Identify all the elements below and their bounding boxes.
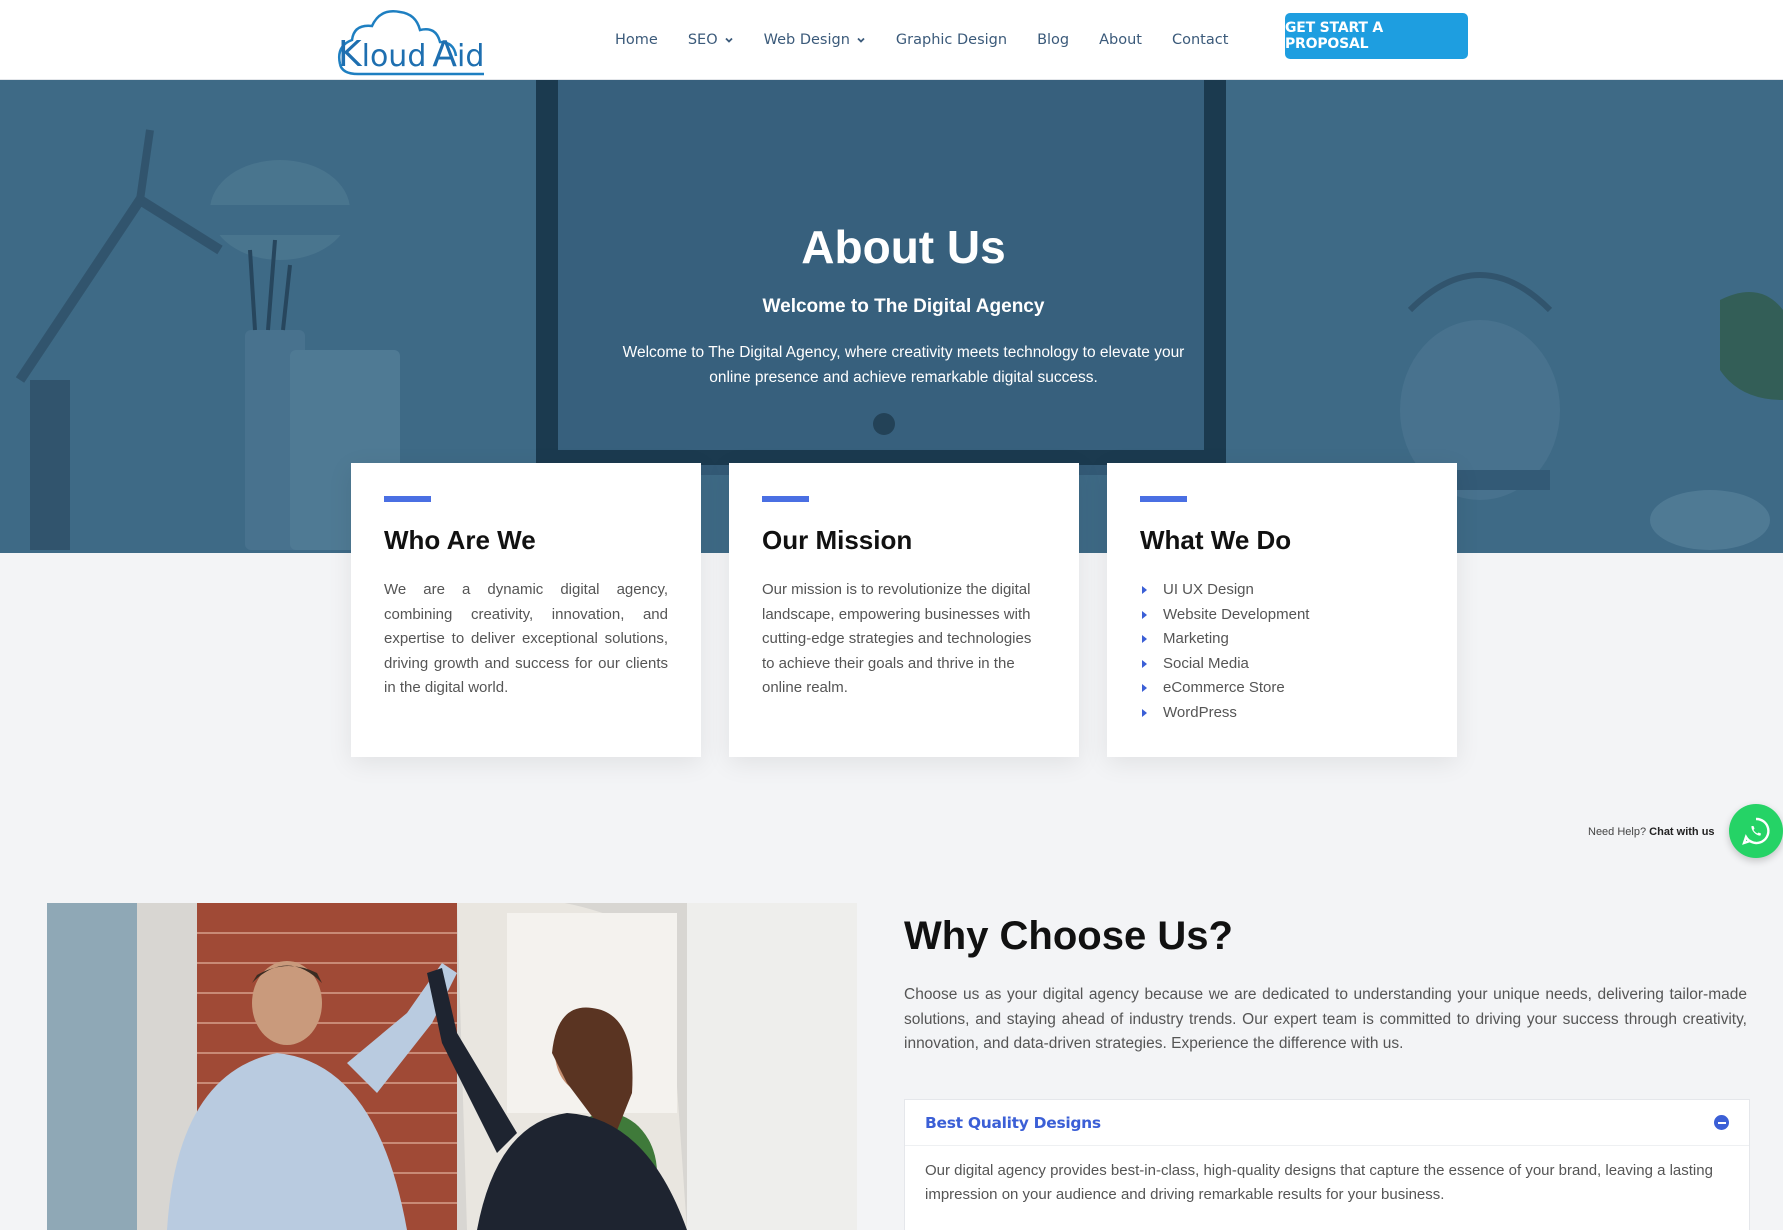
card-accent-bar [384, 496, 431, 502]
page-title: About Us [801, 221, 1006, 273]
minus-circle-icon[interactable] [1714, 1115, 1729, 1130]
hero-subtitle: Welcome to The Digital Agency [762, 296, 1045, 317]
accordion-header[interactable]: Best Quality Designs [905, 1100, 1749, 1146]
chat-prompt[interactable]: Need Help? Chat with us [1582, 822, 1721, 842]
card-title: Who Are We [384, 525, 536, 555]
whatsapp-icon [1742, 817, 1770, 845]
card-what-we-do: What We Do UI UX Design Website Developm… [1107, 463, 1457, 757]
logo-word-id: id [457, 39, 484, 74]
list-item: UI UX Design [1140, 578, 1424, 603]
list-item: eCommerce Store [1140, 676, 1424, 701]
chat-label: Chat with us [1649, 826, 1715, 838]
caret-right-icon [1142, 610, 1147, 619]
nav-label: Web Design [763, 32, 850, 48]
list-item-label: Social Media [1163, 654, 1249, 672]
card-accent-bar [1140, 496, 1187, 502]
card-text: We are a dynamic digital agency, combini… [384, 581, 668, 696]
card-title: Our Mission [762, 525, 913, 555]
card-text: Our mission is to revolutionize the digi… [762, 581, 1032, 696]
site-header: Kloud Aid Home SEO Web Design Graphic Des… [0, 0, 1783, 80]
nav-label: Home [615, 32, 658, 48]
cloud-logo-icon: Kloud Aid [338, 10, 484, 76]
card-title: What We Do [1140, 525, 1292, 555]
nav-item-web-design[interactable]: Web Design [749, 0, 881, 80]
chevron-down-icon [724, 37, 733, 43]
get-proposal-button[interactable]: GET START A PROPOSAL [1285, 13, 1468, 59]
list-item-label: Website Development [1163, 605, 1310, 623]
caret-right-icon [1142, 708, 1147, 717]
nav-label: Blog [1037, 32, 1070, 48]
team-high-five-photo [47, 903, 857, 1230]
hero-description: Welcome to The Digital Agency, where cre… [622, 344, 1185, 386]
accordion-title: Best Quality Designs [925, 1113, 1101, 1132]
card-who-are-we: Who Are We We are a dynamic digital agen… [351, 463, 701, 757]
nav-item-contact[interactable]: Contact [1157, 0, 1243, 80]
nav-item-blog[interactable]: Blog [1022, 0, 1084, 80]
office-photo-image [47, 903, 857, 1230]
whatsapp-chat-button[interactable] [1729, 804, 1783, 858]
why-choose-description: Choose us as your digital agency because… [904, 986, 1747, 1052]
nav-item-graphic-design[interactable]: Graphic Design [881, 0, 1022, 80]
accordion-body: Our digital agency provides best-in-clas… [925, 1162, 1713, 1203]
caret-right-icon [1142, 659, 1147, 668]
why-choose-title: Why Choose Us? [904, 914, 1233, 958]
caret-right-icon [1142, 684, 1147, 693]
logo-letter-k: K [338, 34, 363, 75]
chevron-down-icon [857, 37, 865, 43]
nav-label: About [1099, 32, 1142, 48]
nav-label: SEO [687, 32, 718, 48]
nav-label: Contact [1172, 32, 1229, 48]
list-item-label: eCommerce Store [1163, 679, 1285, 696]
list-item-label: WordPress [1163, 703, 1237, 721]
nav-item-seo[interactable]: SEO [673, 0, 749, 80]
list-item-label: UI UX Design [1163, 581, 1254, 598]
main-nav: Home SEO Web Design Graphic Design Blog … [600, 0, 1243, 80]
list-item-label: Marketing [1163, 630, 1229, 647]
logo[interactable]: Kloud Aid [334, 4, 502, 76]
logo-word-loud: loud [362, 39, 427, 74]
logo-letter-a: A [432, 34, 457, 75]
chat-prefix: Need Help? [1588, 826, 1647, 838]
nav-item-home[interactable]: Home [600, 0, 673, 80]
card-our-mission: Our Mission Our mission is to revolution… [729, 463, 1079, 757]
list-item: WordPress [1140, 701, 1424, 726]
caret-right-icon [1142, 586, 1147, 595]
list-item: Website Development [1140, 603, 1424, 628]
svg-text:KloudAid: Kloud Aid [338, 34, 484, 75]
card-accent-bar [762, 496, 809, 502]
list-item: Social Media [1140, 652, 1424, 677]
caret-right-icon [1142, 635, 1147, 644]
nav-label: Graphic Design [895, 32, 1008, 48]
services-list: UI UX Design Website Development Marketi… [1140, 578, 1424, 725]
nav-item-about[interactable]: About [1084, 0, 1157, 80]
list-item: Marketing [1140, 627, 1424, 652]
features-accordion: Best Quality Designs Our digital agency … [904, 1099, 1750, 1230]
